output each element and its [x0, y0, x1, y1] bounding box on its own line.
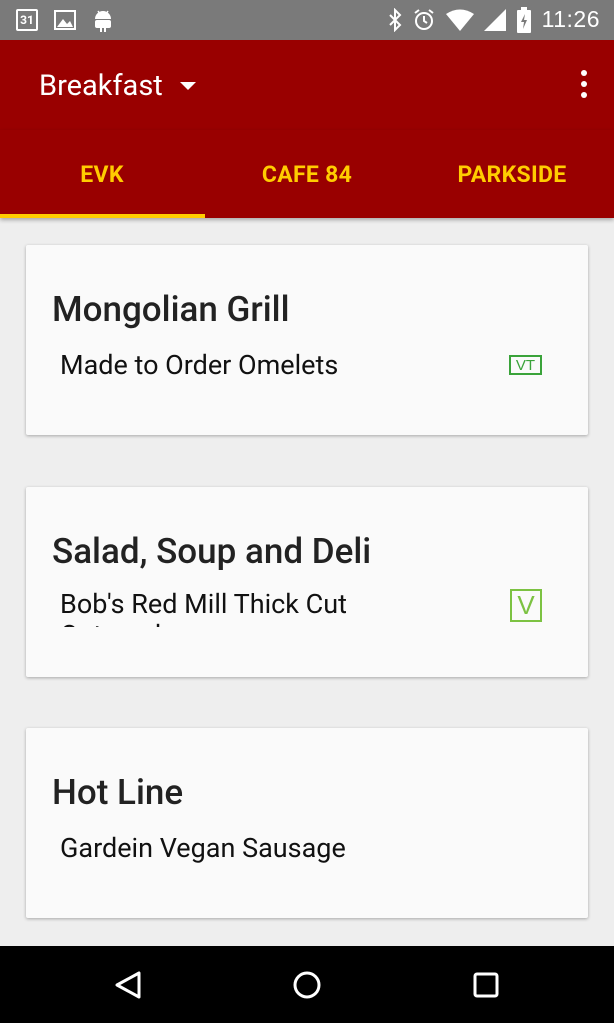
station-title: Hot Line — [52, 772, 184, 813]
selected-tab-indicator — [0, 214, 205, 218]
bluetooth-icon — [388, 7, 402, 32]
menu-item: Made to Order Omelets — [60, 349, 339, 381]
station-title: Salad, Soup and Deli — [52, 531, 372, 572]
menu-item: Gardein Vegan Sausage — [60, 832, 346, 864]
station-card[interactable]: Salad, Soup and Deli Bob's Red Mill Thic… — [26, 487, 588, 677]
recents-button[interactable] — [446, 946, 526, 1023]
status-left-icons: 31 — [16, 8, 114, 32]
station-card[interactable]: Hot Line Gardein Vegan Sausage — [26, 728, 588, 918]
tab-cafe-84[interactable]: CAFE 84 — [205, 130, 409, 218]
recents-icon — [473, 972, 499, 997]
back-icon — [115, 971, 141, 998]
android-icon — [95, 10, 111, 32]
station-card[interactable]: Mongolian Grill Made to Order Omelets VT — [26, 245, 588, 435]
signal-icon — [483, 8, 506, 31]
status-time: 11:26 — [541, 6, 600, 32]
vegetarian-badge: VT — [509, 355, 542, 375]
calendar-day: 31 — [20, 13, 34, 27]
dining-hall-tabs: EVK CAFE 84 PARKSIDE — [0, 130, 614, 218]
wifi-icon — [445, 9, 474, 31]
alarm-icon — [414, 8, 434, 30]
vegan-badge: V — [510, 589, 542, 622]
home-icon — [293, 971, 321, 998]
dropdown-caret-icon[interactable] — [180, 82, 196, 90]
home-button[interactable] — [267, 946, 347, 1023]
tab-parkside[interactable]: PARKSIDE — [410, 130, 614, 218]
app-bar: Breakfast — [0, 40, 614, 130]
overflow-menu-icon[interactable] — [580, 70, 588, 98]
back-button[interactable] — [88, 946, 168, 1023]
image-icon — [54, 10, 76, 30]
tab-evk[interactable]: EVK — [0, 130, 204, 218]
station-title: Mongolian Grill — [52, 289, 290, 330]
status-right-icons: 11:26 — [388, 6, 600, 33]
battery-icon — [516, 6, 531, 33]
status-bar: 31 11:26 — [0, 0, 614, 40]
menu-item: Bob's Red Mill Thick Cut Oatmeal — [60, 589, 347, 627]
navigation-bar — [0, 946, 614, 1023]
meal-selector-title[interactable]: Breakfast — [39, 69, 163, 103]
calendar-icon: 31 — [16, 9, 38, 31]
